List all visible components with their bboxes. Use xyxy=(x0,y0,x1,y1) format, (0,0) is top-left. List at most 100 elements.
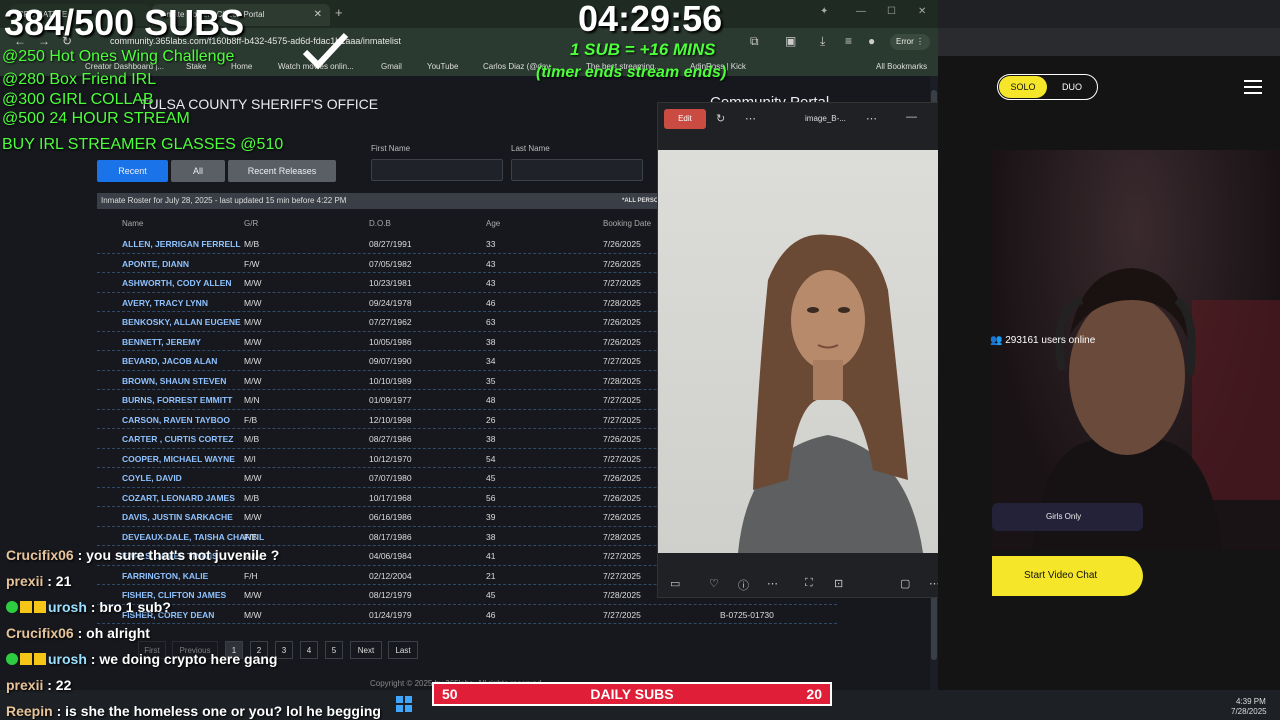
more-icon[interactable]: ⋯ xyxy=(745,112,756,125)
zoom-icon[interactable]: ⊡ xyxy=(834,577,843,590)
close-window-icon[interactable]: ✕ xyxy=(918,6,926,17)
inmate-name[interactable]: BENNETT, JEREMY xyxy=(122,337,201,347)
first-name-input[interactable] xyxy=(371,159,503,181)
date-of-birth: 01/09/1977 xyxy=(369,395,412,405)
info-icon[interactable]: ⓘ xyxy=(738,577,749,593)
maximize-icon[interactable]: ☐ xyxy=(887,6,896,17)
windows-start-icon[interactable] xyxy=(396,696,412,712)
goal-item: @250 Hot Ones Wing Challenge xyxy=(2,48,235,65)
inmate-name[interactable]: CARSON, RAVEN TAYBOO xyxy=(122,415,230,425)
recent-button[interactable]: Recent xyxy=(97,160,168,182)
edit-button[interactable]: Edit xyxy=(664,109,706,129)
inmate-name[interactable]: BURNS, FORREST EMMITT xyxy=(122,395,233,405)
playlist-icon[interactable]: ≡ xyxy=(845,34,852,48)
duo-button[interactable]: DUO xyxy=(1052,76,1092,98)
girls-only-button[interactable]: Girls Only xyxy=(992,503,1143,531)
inmate-name[interactable]: DEVEAUX-DALE, TAISHA CHANTIL xyxy=(122,532,264,542)
close-icon[interactable]: ✕ xyxy=(314,4,322,26)
booking-date: 7/28/2025 xyxy=(603,590,641,600)
mod-badge-icon xyxy=(6,601,18,613)
inmate-name[interactable]: FARRINGTON, KALIE xyxy=(122,571,208,581)
col-booking-date[interactable]: Booking Date xyxy=(603,219,651,228)
col-name[interactable]: Name xyxy=(122,219,143,228)
start-video-chat-button[interactable]: Start Video Chat xyxy=(992,556,1143,596)
inmate-name[interactable]: COZART, LEONARD JAMES xyxy=(122,493,235,503)
chat-username[interactable]: Crucifix06 xyxy=(6,625,74,641)
date-of-birth: 02/12/2004 xyxy=(369,570,412,581)
date-of-birth: 08/27/1991 xyxy=(369,239,412,249)
chat-text: : 21 xyxy=(43,573,72,589)
more-icon[interactable]: ⋯ xyxy=(767,577,778,590)
clock-date[interactable]: 7/28/2025 xyxy=(1231,707,1267,716)
fit-icon[interactable]: ▢ xyxy=(900,577,910,590)
date-of-birth: 09/24/1978 xyxy=(369,297,412,308)
screenshot-icon[interactable]: ▣ xyxy=(785,34,796,48)
sub-badge-icon xyxy=(20,653,32,665)
last-name-input[interactable] xyxy=(511,159,643,181)
age: 38 xyxy=(486,336,496,347)
all-button[interactable]: All xyxy=(171,160,225,182)
chat-username[interactable]: prexii xyxy=(6,573,43,589)
inmate-name[interactable]: ALLEN, JERRIGAN FERRELL xyxy=(122,239,241,249)
age: 45 xyxy=(486,473,496,483)
minimize-icon[interactable]: — xyxy=(906,111,917,123)
pager-page-5[interactable]: 5 xyxy=(325,641,343,659)
chat-username[interactable]: prexii xyxy=(6,677,43,693)
age: 56 xyxy=(486,492,496,503)
webcam-feed xyxy=(992,150,1280,550)
pager-last[interactable]: Last xyxy=(388,641,418,659)
chat-message: prexii : 21 xyxy=(6,573,71,589)
chat-message: Crucifix06 : oh alright xyxy=(6,625,150,641)
crop-icon[interactable]: ⛶ xyxy=(805,577,813,590)
chat-text: : bro 1 sub? xyxy=(86,599,171,615)
gender-race: M/W xyxy=(244,375,262,386)
new-tab-icon[interactable]: + xyxy=(335,5,343,20)
all-bookmarks[interactable]: All Bookmarks xyxy=(876,62,927,71)
rotate-icon[interactable]: ↻ xyxy=(716,112,725,125)
gender-race: M/B xyxy=(244,492,260,503)
pager-next[interactable]: Next xyxy=(350,641,382,659)
inmate-name[interactable]: COOPER, MICHAEL WAYNE xyxy=(122,454,235,464)
pager-page-3[interactable]: 3 xyxy=(275,641,293,659)
download-icon[interactable]: ⤓ xyxy=(820,34,825,49)
chat-message: urosh : we doing crypto here gang xyxy=(6,651,277,667)
minimize-icon[interactable]: — xyxy=(856,6,866,17)
error-button[interactable]: Error ⋮ xyxy=(890,34,930,50)
chat-username[interactable]: urosh xyxy=(48,651,87,667)
favorite-icon[interactable]: ♡ xyxy=(709,577,719,590)
recent-releases-button[interactable]: Recent Releases xyxy=(228,160,336,182)
gender-race: M/B xyxy=(244,239,260,249)
solo-button[interactable]: SOLO xyxy=(999,76,1047,98)
bookmark-item[interactable]: Gmail xyxy=(381,62,402,71)
chat-username[interactable]: Reepin xyxy=(6,703,53,719)
table-row[interactable]: FISHER, COREY DEAN M/W 01/24/1979 46 7/27/20… xyxy=(97,605,837,624)
gender-race: M/I xyxy=(244,453,256,464)
inmate-name[interactable]: BEVARD, JACOB ALAN xyxy=(122,356,217,366)
chat-username[interactable]: urosh xyxy=(48,599,87,615)
date-of-birth: 10/17/1968 xyxy=(369,492,412,503)
inmate-name[interactable]: COYLE, DAVID xyxy=(122,473,182,483)
chat-username[interactable]: Crucifix06 xyxy=(6,547,74,563)
copilot-icon[interactable]: ✦ xyxy=(820,6,828,17)
profile-avatar-icon[interactable]: ● xyxy=(868,34,875,48)
col-age[interactable]: Age xyxy=(486,219,500,228)
menu-icon[interactable] xyxy=(1244,80,1262,98)
inmate-name[interactable]: ASHWORTH, CODY ALLEN xyxy=(122,278,232,288)
clock-time[interactable]: 4:39 PM xyxy=(1236,697,1266,706)
filmstrip-icon[interactable]: ▭ xyxy=(670,577,680,590)
date-of-birth: 09/07/1990 xyxy=(369,356,412,366)
inmate-name[interactable]: BROWN, SHAUN STEVEN xyxy=(122,376,226,386)
chat-message: Crucifix06 : you sure that's not juvenil… xyxy=(6,547,279,563)
inmate-name[interactable]: CARTER , CURTIS CORTEZ xyxy=(122,434,233,444)
daily-subs-right: 20 xyxy=(806,686,822,702)
extensions-icon[interactable]: ⧉ xyxy=(750,34,759,49)
col-gr[interactable]: G/R xyxy=(244,219,258,228)
pager-page-4[interactable]: 4 xyxy=(300,641,318,659)
bookmark-item[interactable]: YouTube xyxy=(427,62,458,71)
inmate-name[interactable]: AVERY, TRACY LYNN xyxy=(122,298,208,308)
inmate-name[interactable]: APONTE, DIANN xyxy=(122,259,189,269)
inmate-name[interactable]: BENKOSKY, ALLAN EUGENE xyxy=(122,317,241,327)
col-dob[interactable]: D.O.B xyxy=(369,219,391,228)
inmate-name[interactable]: DAVIS, JUSTIN SARKACHE xyxy=(122,512,233,522)
more-icon[interactable]: ⋯ xyxy=(866,112,877,125)
